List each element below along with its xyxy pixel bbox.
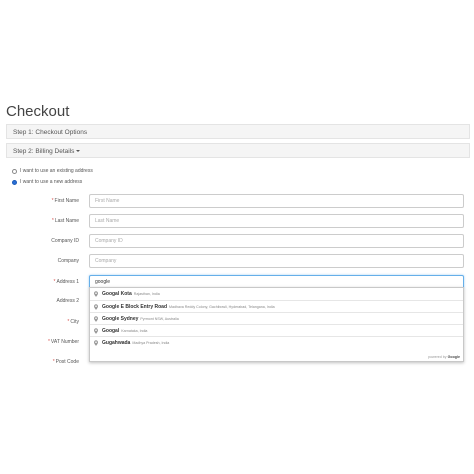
autocomplete-item-main: Gugahwada [102,339,131,346]
page-title: Checkout [6,103,70,120]
map-pin-icon [94,303,98,310]
step-2-billing-details[interactable]: Step 2: Billing Details [6,143,470,158]
last-name-input[interactable]: Last Name [89,214,464,228]
new-address-option[interactable]: I want to use a new address [12,179,82,185]
map-pin-icon [94,315,98,322]
address-2-label: Address 2 [56,298,79,304]
autocomplete-item-secondary: Madhya Pradesh, India [132,340,170,345]
company-id-label: Company ID [51,238,79,244]
autocomplete-item-secondary: Madhava Reddy Colony, Gachibowli, Hydera… [169,304,275,309]
new-address-radio[interactable] [12,179,17,185]
first-name-input[interactable]: First Name [89,194,464,208]
company-id-input[interactable]: Company ID [89,234,464,248]
autocomplete-item-main: Googal Kota [102,291,132,297]
autocomplete-item[interactable]: Google E Block Entry Road Madhava Reddy … [90,300,463,312]
last-name-label: *Last Name [51,218,79,224]
autocomplete-item-main: Googal [102,327,120,334]
address-autocomplete-dropdown: Googal Kota Rajasthan, India Google E Bl… [89,287,464,362]
step-1-label: Step 1: Checkout Options [13,129,88,136]
existing-address-option[interactable]: I want to use an existing address [12,168,93,174]
existing-address-radio[interactable] [12,168,17,174]
city-label: *City [67,319,79,325]
autocomplete-item[interactable]: Googal Kota Rajasthan, India [90,288,463,300]
address-1-label: *Address 1 [53,279,79,285]
vat-number-label: *VAT Number [47,339,79,345]
powered-by-label: powered by [428,355,447,359]
map-pin-icon [94,327,98,334]
company-input[interactable]: Company [89,254,464,268]
autocomplete-item[interactable]: Gugahwada Madhya Pradesh, India [90,336,463,348]
post-code-label: *Post Code [52,359,79,365]
autocomplete-item-main: Google E Block Entry Road [102,303,168,310]
first-name-label: *First Name [51,198,79,204]
step-2-label: Step 2: Billing Details [13,148,75,155]
autocomplete-item-main: Google Sydney [102,315,139,322]
map-pin-icon [94,291,98,297]
new-address-label: I want to use a new address [20,179,83,185]
autocomplete-item[interactable]: Googal Karnataka, India [90,324,463,336]
map-pin-icon [94,339,98,346]
caret-down-icon [76,150,81,153]
autocomplete-item-secondary: Karnataka, India [121,328,148,333]
powered-by-google: powered by Google [428,355,460,359]
step-1-checkout-options[interactable]: Step 1: Checkout Options [6,124,470,139]
company-label: Company [57,258,79,264]
autocomplete-item-secondary: Rajasthan, India [133,292,160,296]
existing-address-label: I want to use an existing address [20,168,93,174]
autocomplete-item-secondary: Pyrmont NSW, Australia [140,316,179,321]
autocomplete-item[interactable]: Google Sydney Pyrmont NSW, Australia [90,312,463,324]
google-logo: Google [447,355,460,359]
